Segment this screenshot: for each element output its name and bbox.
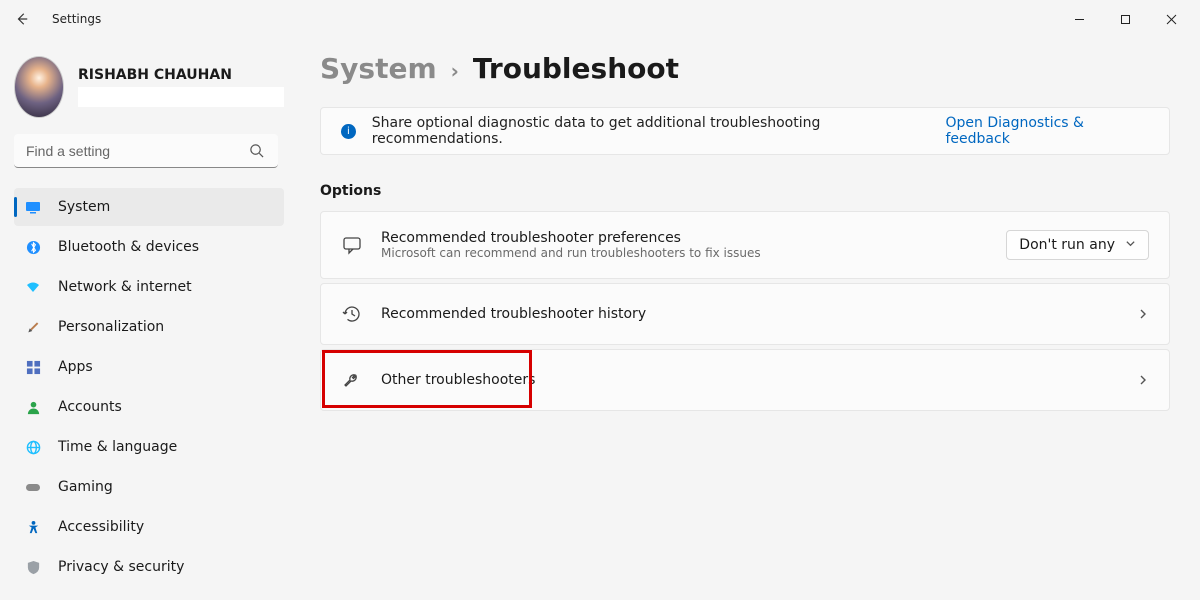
sidebar-item-personalization[interactable]: Personalization: [14, 308, 284, 346]
wrench-icon: [341, 369, 363, 391]
profile-name: RISHABH CHAUHAN: [78, 67, 284, 83]
close-button[interactable]: [1148, 3, 1194, 35]
profile-block[interactable]: RISHABH CHAUHAN: [14, 56, 284, 118]
chat-icon: [341, 234, 363, 256]
brush-icon: [20, 314, 45, 339]
bluetooth-icon: [24, 238, 42, 256]
minimize-button[interactable]: [1056, 3, 1102, 35]
card-subtitle: Microsoft can recommend and run troubles…: [381, 246, 761, 260]
sidebar-item-label: Gaming: [58, 479, 113, 495]
sidebar-item-label: Network & internet: [58, 279, 192, 295]
search-icon: [249, 143, 264, 162]
sidebar-item-label: Time & language: [58, 439, 177, 455]
sidebar-item-label: System: [58, 199, 110, 215]
page-title: Troubleshoot: [473, 52, 679, 85]
chevron-right-icon: ›: [451, 59, 459, 83]
globe-icon: [24, 438, 42, 456]
chevron-right-icon: [1137, 305, 1149, 324]
dropdown-value: Don't run any: [1019, 237, 1115, 253]
sidebar-item-label: Apps: [58, 359, 93, 375]
sidebar-item-label: Personalization: [58, 319, 164, 335]
breadcrumb: System › Troubleshoot: [320, 52, 1170, 85]
card-title: Recommended troubleshooter history: [381, 306, 646, 322]
main-content: System › Troubleshoot i Share optional d…: [300, 38, 1200, 600]
maximize-button[interactable]: [1102, 3, 1148, 35]
sidebar: RISHABH CHAUHAN System: [0, 38, 300, 600]
grid-icon: [24, 358, 42, 376]
sidebar-item-time[interactable]: Time & language: [14, 428, 284, 466]
info-icon: i: [341, 124, 356, 139]
sidebar-item-gaming[interactable]: Gaming: [14, 468, 284, 506]
search-input[interactable]: [14, 134, 278, 168]
accessibility-icon: [24, 518, 42, 536]
sidebar-item-accessibility[interactable]: Accessibility: [14, 508, 284, 546]
search-box[interactable]: [14, 134, 284, 168]
history-icon: [341, 303, 363, 325]
chevron-right-icon: [1137, 371, 1149, 390]
sidebar-item-privacy[interactable]: Privacy & security: [14, 548, 284, 586]
sidebar-item-system[interactable]: System: [14, 188, 284, 226]
shield-icon: [24, 558, 42, 576]
system-icon: [24, 198, 42, 216]
wifi-icon: [24, 278, 42, 296]
sidebar-item-label: Accessibility: [58, 519, 144, 535]
title-bar: Settings: [0, 0, 1200, 38]
back-button[interactable]: [6, 3, 38, 35]
card-title: Other troubleshooters: [381, 372, 535, 388]
diagnostics-banner: i Share optional diagnostic data to get …: [320, 107, 1170, 155]
open-diagnostics-link[interactable]: Open Diagnostics & feedback: [946, 115, 1150, 147]
sidebar-item-label: Privacy & security: [58, 559, 184, 575]
profile-email-redacted: [78, 87, 284, 107]
card-other-troubleshooters[interactable]: Other troubleshooters: [320, 349, 1170, 411]
section-heading: Options: [320, 183, 1170, 199]
sidebar-item-accounts[interactable]: Accounts: [14, 388, 284, 426]
sidebar-item-network[interactable]: Network & internet: [14, 268, 284, 306]
sidebar-item-apps[interactable]: Apps: [14, 348, 284, 386]
gamepad-icon: [24, 478, 42, 496]
banner-text: Share optional diagnostic data to get ad…: [372, 115, 946, 147]
card-title: Recommended troubleshooter preferences: [381, 230, 761, 246]
chevron-down-icon: [1125, 237, 1136, 253]
sidebar-item-label: Accounts: [58, 399, 122, 415]
person-icon: [24, 398, 42, 416]
breadcrumb-parent[interactable]: System: [320, 52, 437, 85]
avatar: [14, 56, 64, 118]
sidebar-item-label: Bluetooth & devices: [58, 239, 199, 255]
window-title: Settings: [52, 12, 101, 26]
window-controls: [1056, 3, 1194, 35]
nav: System Bluetooth & devices Network & int…: [14, 188, 284, 588]
card-troubleshooter-history[interactable]: Recommended troubleshooter history: [320, 283, 1170, 345]
sidebar-item-bluetooth[interactable]: Bluetooth & devices: [14, 228, 284, 266]
card-troubleshooter-preferences[interactable]: Recommended troubleshooter preferences M…: [320, 211, 1170, 279]
troubleshooter-mode-dropdown[interactable]: Don't run any: [1006, 230, 1149, 260]
